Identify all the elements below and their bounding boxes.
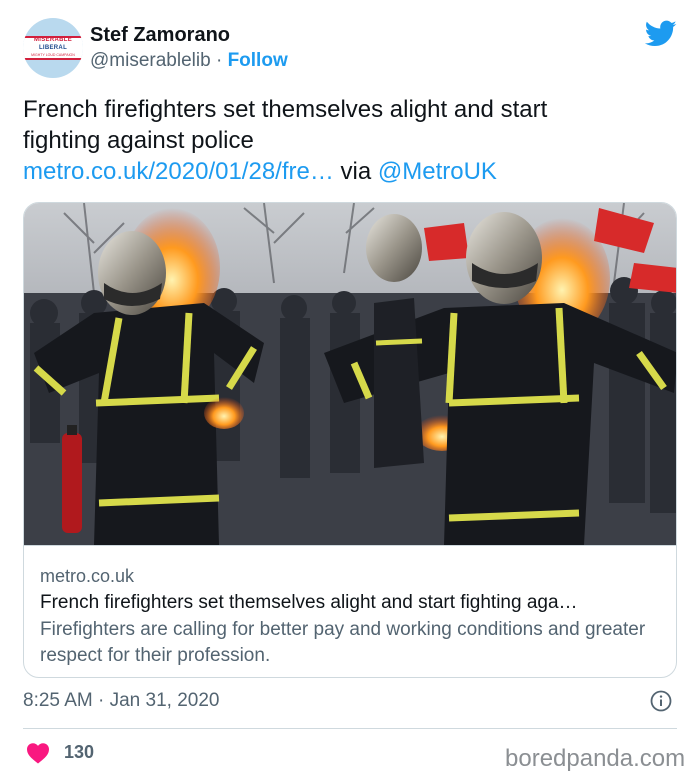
card-description: Firefighters are calling for better pay … <box>40 619 646 666</box>
article-link[interactable]: metro.co.uk/2020/01/28/fre… <box>23 158 334 185</box>
tweet-text: French firefighters set themselves aligh… <box>23 94 683 187</box>
divider <box>23 728 677 729</box>
avatar-text-top: MISERABLE <box>33 37 73 43</box>
author-handle-row: @miserablelib · Follow <box>90 50 288 72</box>
tweet-timestamp[interactable]: 8:25 AM · Jan 31, 2020 <box>23 690 219 712</box>
card-title: French firefighters set themselves aligh… <box>40 592 578 613</box>
follow-button[interactable]: Follow <box>228 50 288 71</box>
author-display-name[interactable]: Stef Zamorano <box>90 24 230 47</box>
card-image[interactable] <box>24 203 677 545</box>
tweet-text-line-1: French firefighters set themselves aligh… <box>23 96 548 123</box>
mention-link[interactable]: @MetroUK <box>378 158 497 185</box>
heart-icon[interactable] <box>26 742 50 764</box>
avatar-text-bottom: MIGHTY LOUD CAMPAIGN <box>31 53 75 57</box>
tweet-text-line-2: fighting against police <box>23 127 254 154</box>
avatar[interactable]: MISERABLE LIBERAL MIGHTY LOUD CAMPAIGN <box>23 18 83 78</box>
tweet-embed: MISERABLE LIBERAL MIGHTY LOUD CAMPAIGN S… <box>0 0 700 781</box>
watermark: boredpanda.com <box>505 745 686 772</box>
avatar-text-middle: LIBERAL <box>38 45 68 51</box>
twitter-bird-icon[interactable] <box>645 20 677 48</box>
info-icon[interactable] <box>650 690 672 712</box>
card-domain: metro.co.uk <box>40 566 135 586</box>
link-preview-card[interactable]: metro.co.uk French firefighters set them… <box>23 202 677 678</box>
author-handle[interactable]: @miserablelib <box>90 50 211 71</box>
card-meta: metro.co.uk French firefighters set them… <box>24 545 676 677</box>
via-text: via <box>333 158 378 185</box>
like-count[interactable]: 130 <box>64 742 94 763</box>
handle-separator: · <box>215 50 223 71</box>
tweet-link-line: metro.co.uk/2020/01/28/fre… via @MetroUK <box>23 156 683 187</box>
